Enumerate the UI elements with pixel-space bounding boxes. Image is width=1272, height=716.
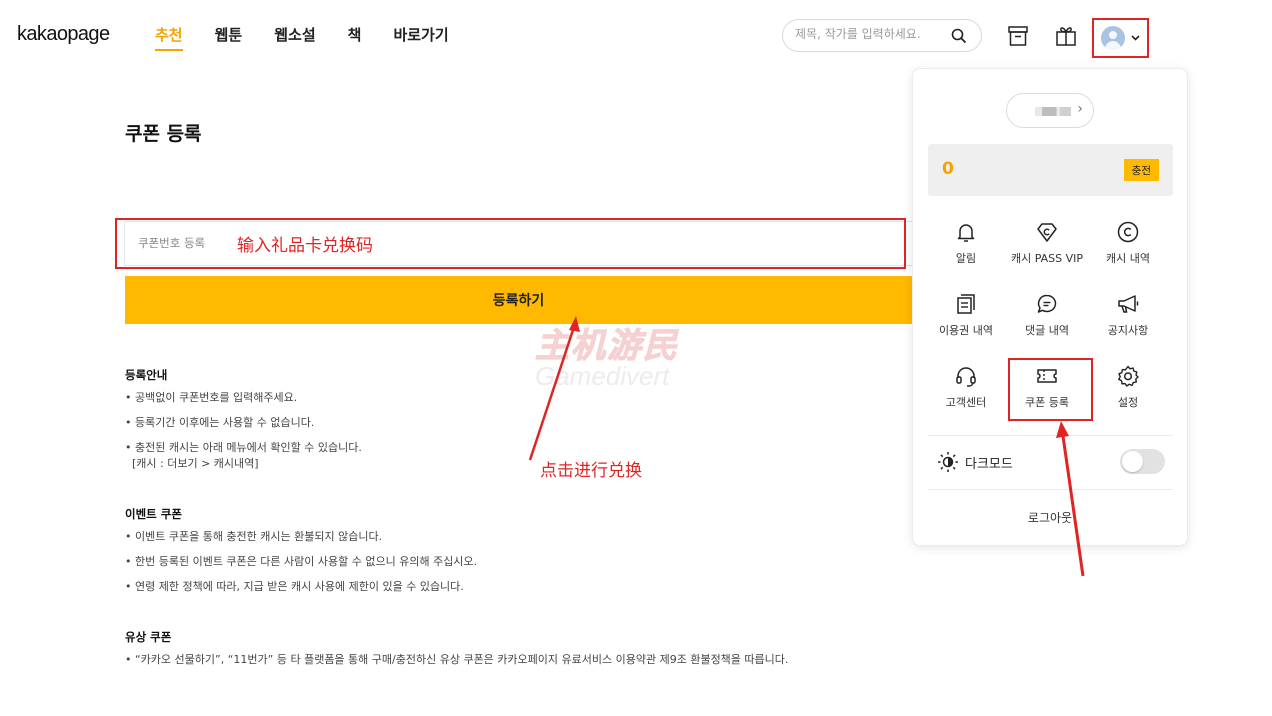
chevron-down-icon: [1131, 35, 1140, 41]
annotation-click-hint: 点击进行兑换: [540, 461, 642, 481]
guide-line: • 등록기간 이후에는 사용할 수 없습니다.: [125, 416, 315, 429]
nav-shortcut[interactable]: 바로가기: [393, 24, 448, 51]
megaphone-icon: [1118, 295, 1139, 313]
main-nav: 추천 웹툰 웹소설 책 바로가기: [155, 24, 481, 51]
watermark: 主机游民 Gamedivert: [535, 318, 679, 392]
gift-icon[interactable]: [1054, 24, 1078, 48]
bell-icon: [957, 224, 975, 242]
nav-webtoon[interactable]: 웹툰: [215, 24, 243, 51]
comment-icon: [1037, 294, 1057, 313]
ticket-list-icon: [957, 294, 975, 314]
profile-menu-button[interactable]: [1092, 18, 1149, 58]
page-title: 쿠폰 등록: [125, 123, 202, 145]
menu-label: 공지사항: [1107, 324, 1149, 337]
logout-button[interactable]: 로그아웃: [913, 509, 1187, 526]
nickname-blurred: [1035, 107, 1071, 116]
dark-mode-row: 다크모드: [937, 451, 1013, 473]
menu-cash-history[interactable]: 캐시 내역: [1087, 220, 1169, 282]
menu-label: 댓글 내역: [1025, 324, 1069, 337]
annotation-input-hint: 输入礼品卡兑换码: [237, 236, 373, 256]
watermark-bottom: Gamedivert: [535, 361, 670, 391]
menu-settings[interactable]: 설정: [1087, 364, 1169, 426]
vip-diamond-icon: [1037, 223, 1057, 242]
event-line: • 한번 등록된 이벤트 쿠폰은 다른 사람이 사용할 수 없으니 유의해 주십…: [125, 555, 478, 568]
menu-comment-history[interactable]: 댓글 내역: [1006, 292, 1088, 354]
guide-line: [캐시 : 더보기 > 캐시내역]: [132, 457, 259, 470]
menu-label: 고객센터: [945, 396, 987, 409]
nav-book[interactable]: 책: [348, 24, 362, 51]
paid-line: • “카카오 선물하기”, “11번가” 등 타 플랫폼을 통해 구매/충전하신…: [125, 653, 789, 666]
dark-mode-label: 다크모드: [965, 456, 1013, 472]
register-button[interactable]: 등록하기: [125, 276, 912, 324]
storage-box-icon[interactable]: [1006, 24, 1030, 48]
cash-amount: 0: [942, 159, 954, 179]
menu-label: 쿠폰 등록: [1025, 396, 1069, 409]
menu-label: 캐시 PASS VIP: [1010, 252, 1084, 265]
coupon-highlight-box: [115, 218, 906, 269]
nav-webnovel[interactable]: 웹소설: [274, 24, 315, 51]
menu-label: 캐시 내역: [1106, 252, 1150, 265]
arrow-to-register: [528, 316, 580, 461]
menu-notification[interactable]: 알림: [925, 220, 1007, 282]
section-title-guide: 등록안내: [125, 368, 168, 382]
cash-box: 0 충전: [928, 144, 1173, 196]
guide-line: • 충전된 캐시는 아래 메뉴에서 확인할 수 있습니다.: [125, 441, 362, 454]
coupon-icon: [1037, 369, 1057, 383]
search-box: [782, 19, 982, 52]
avatar: [1101, 26, 1125, 50]
search-input[interactable]: [795, 27, 945, 41]
section-title-event: 이벤트 쿠폰: [125, 507, 182, 521]
watermark-top: 主机游民: [535, 326, 679, 367]
nav-recommend[interactable]: 추천: [155, 24, 183, 51]
charge-button[interactable]: 충전: [1123, 159, 1159, 181]
headset-icon: [956, 367, 976, 387]
profile-dropdown: › 0 충전 알림 캐시 PASS VIP 캐시 내역 이용권 내역 댓글 내역…: [912, 68, 1188, 546]
section-title-paid: 유상 쿠폰: [125, 630, 172, 644]
menu-label: 설정: [1117, 396, 1139, 409]
menu-pass-vip[interactable]: 캐시 PASS VIP: [1006, 220, 1088, 282]
divider: [928, 489, 1173, 490]
menu-ticket-history[interactable]: 이용권 내역: [925, 292, 1007, 354]
guide-line: • 공백없이 쿠폰번호를 입력해주세요.: [125, 391, 298, 404]
chevron-right-icon: ›: [1077, 101, 1083, 117]
gear-icon: [1118, 365, 1139, 387]
menu-customer-center[interactable]: 고객센터: [925, 364, 1007, 426]
cash-circle-icon: [1117, 221, 1139, 243]
kakaopage-logo[interactable]: kakaopage: [17, 23, 110, 46]
event-line: • 연령 제한 정책에 따라, 지급 받은 캐시 사용에 제한이 있을 수 있습…: [125, 580, 464, 593]
menu-notice[interactable]: 공지사항: [1087, 292, 1169, 354]
event-line: • 이벤트 쿠폰을 통해 충전한 캐시는 환불되지 않습니다.: [125, 530, 383, 543]
dark-mode-toggle[interactable]: [1120, 449, 1165, 474]
brightness-icon: [938, 452, 958, 472]
divider: [928, 435, 1173, 436]
menu-label: 이용권 내역: [938, 324, 994, 337]
menu-label: 알림: [955, 252, 977, 265]
menu-coupon-register[interactable]: 쿠폰 등록: [1006, 364, 1088, 426]
nickname-button[interactable]: ›: [1006, 93, 1094, 128]
search-icon[interactable]: [951, 28, 967, 44]
